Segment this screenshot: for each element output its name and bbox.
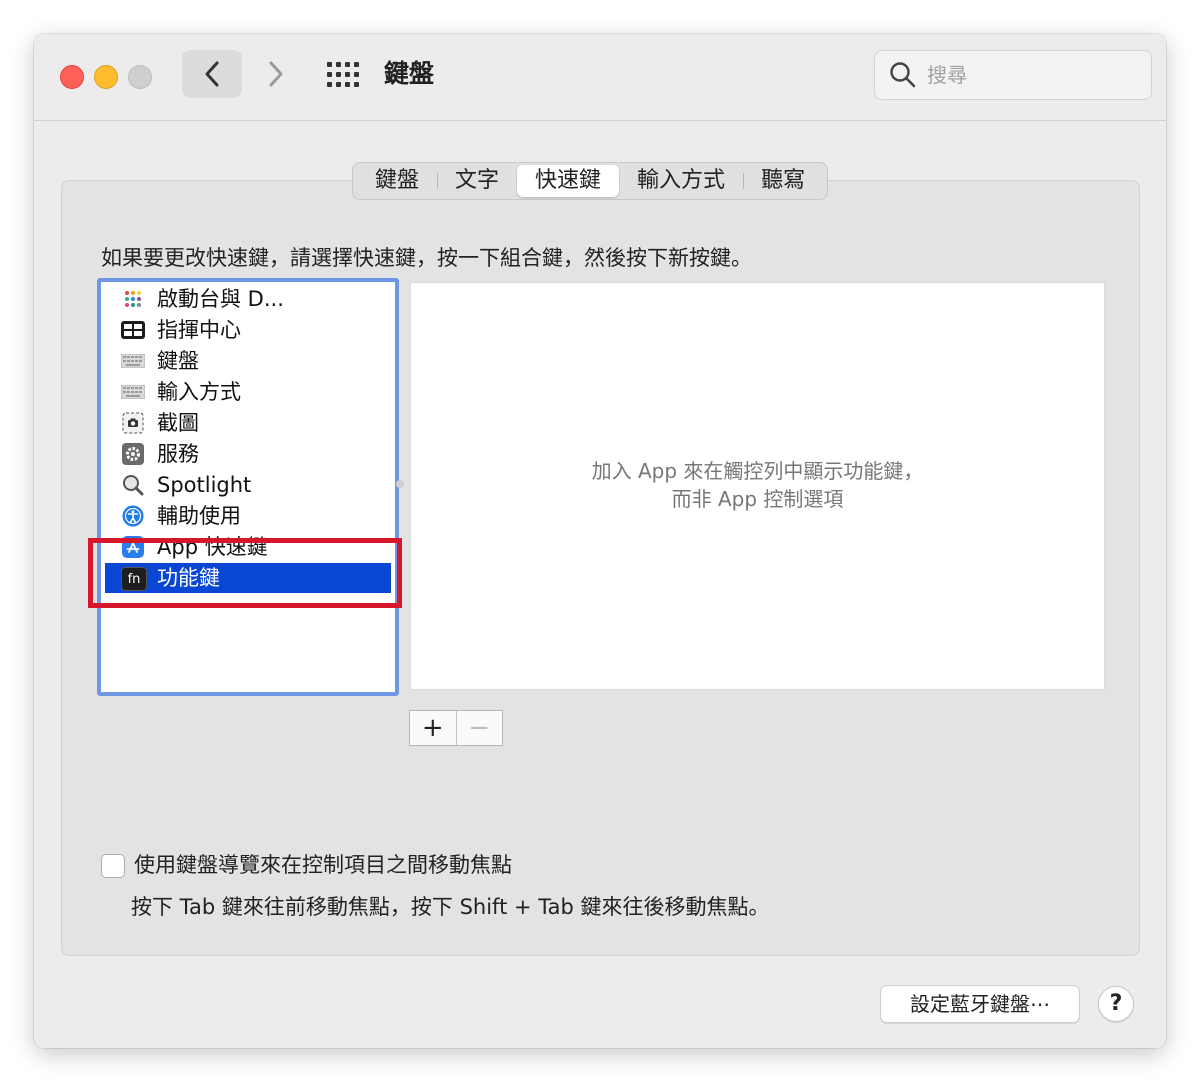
- list-item-input-sources[interactable]: 輸入方式: [101, 377, 395, 407]
- keyboard-navigation-checkbox[interactable]: [101, 854, 125, 878]
- function-keys-app-list[interactable]: 加入 App 來在觸控列中顯示功能鍵， 而非 App 控制選項: [410, 282, 1105, 690]
- keyboard-navigation-label: 使用鍵盤導覽來在控制項目之間移動焦點: [134, 853, 512, 877]
- back-button[interactable]: [182, 50, 242, 98]
- show-all-grid-icon[interactable]: [326, 60, 360, 90]
- mission-control-icon: [121, 319, 145, 341]
- preferences-window: 鍵盤 鍵盤 文字 快速鍵 輸入方式 聽寫 如果要更改快速鍵，請選擇快速鍵，按一下…: [34, 34, 1166, 1048]
- empty-state-line-1: 加入 App 來在觸控列中顯示功能鍵，: [591, 459, 924, 483]
- list-item-label: 截圖: [157, 411, 199, 435]
- tab-text[interactable]: 文字: [437, 165, 517, 197]
- list-item-label: Spotlight: [157, 473, 252, 497]
- empty-state-message: 加入 App 來在觸控列中顯示功能鍵， 而非 App 控制選項: [411, 457, 1104, 513]
- chevron-right-icon: [269, 61, 283, 87]
- minimize-button[interactable]: [94, 65, 118, 89]
- keyboard-icon: [121, 350, 145, 372]
- list-item-accessibility[interactable]: 輔助使用: [101, 501, 395, 531]
- list-item-screenshot[interactable]: 截圖: [101, 408, 395, 438]
- search-icon: [890, 62, 916, 88]
- list-item-label: 輸入方式: [157, 380, 241, 404]
- add-remove-control: + −: [409, 710, 503, 746]
- accessibility-icon: [121, 505, 145, 527]
- zoom-button[interactable]: [128, 65, 152, 89]
- empty-state-line-2: 而非 App 控制選項: [671, 487, 844, 511]
- screenshot-icon: [121, 412, 145, 434]
- app-store-icon: [121, 536, 145, 558]
- keyboard-navigation-hint: 按下 Tab 鍵來往前移動焦點，按下 Shift + Tab 鍵來往後移動焦點。: [131, 895, 770, 919]
- spotlight-icon: [121, 474, 145, 496]
- services-gear-icon: [121, 443, 145, 465]
- list-item-label: 指揮中心: [157, 318, 241, 342]
- tab-keyboard[interactable]: 鍵盤: [357, 165, 437, 197]
- fn-key-icon: fn: [121, 567, 147, 591]
- tab-dictation[interactable]: 聽寫: [743, 165, 823, 197]
- list-item-launchpad[interactable]: 啟動台與 D...: [101, 284, 395, 314]
- close-button[interactable]: [60, 65, 84, 89]
- list-item-label: 服務: [157, 442, 199, 466]
- toolbar: 鍵盤: [34, 34, 1166, 121]
- search-input[interactable]: [925, 62, 1129, 88]
- tab-input-sources[interactable]: 輸入方式: [619, 165, 743, 197]
- instruction-text: 如果要更改快速鍵，請選擇快速鍵，按一下組合鍵，然後按下新按鍵。: [101, 246, 752, 270]
- list-item-label: 鍵盤: [157, 349, 199, 373]
- add-app-button[interactable]: +: [410, 711, 457, 745]
- setup-bluetooth-keyboard-button[interactable]: 設定藍牙鍵盤⋯: [880, 985, 1080, 1023]
- category-list[interactable]: 啟動台與 D... 指揮中心 鍵盤 輸入方式 截圖 服務 Spotlight 輔…: [97, 278, 399, 696]
- help-button[interactable]: ?: [1098, 986, 1134, 1022]
- split-view-handle[interactable]: [396, 480, 404, 488]
- remove-app-button[interactable]: −: [457, 711, 503, 745]
- list-item-label: 輔助使用: [157, 504, 241, 528]
- tab-shortcuts[interactable]: 快速鍵: [517, 165, 620, 197]
- forward-button[interactable]: [254, 50, 298, 98]
- tab-bar: 鍵盤 文字 快速鍵 輸入方式 聽寫: [352, 162, 829, 200]
- input-sources-icon: [121, 381, 145, 403]
- list-item-function-keys[interactable]: fn 功能鍵: [105, 563, 391, 593]
- window-title: 鍵盤: [384, 59, 435, 88]
- chevron-left-icon: [205, 61, 219, 87]
- list-item-services[interactable]: 服務: [101, 439, 395, 469]
- search-field[interactable]: [874, 50, 1152, 100]
- list-item-app-shortcuts[interactable]: App 快速鍵: [101, 532, 395, 562]
- list-item-label: 啟動台與 D...: [157, 287, 284, 311]
- list-item-label: 功能鍵: [157, 566, 220, 590]
- list-item-label: App 快速鍵: [157, 535, 268, 559]
- list-item-keyboard[interactable]: 鍵盤: [101, 346, 395, 376]
- list-item-spotlight[interactable]: Spotlight: [101, 470, 395, 500]
- list-item-mission-control[interactable]: 指揮中心: [101, 315, 395, 345]
- launchpad-icon: [121, 288, 145, 310]
